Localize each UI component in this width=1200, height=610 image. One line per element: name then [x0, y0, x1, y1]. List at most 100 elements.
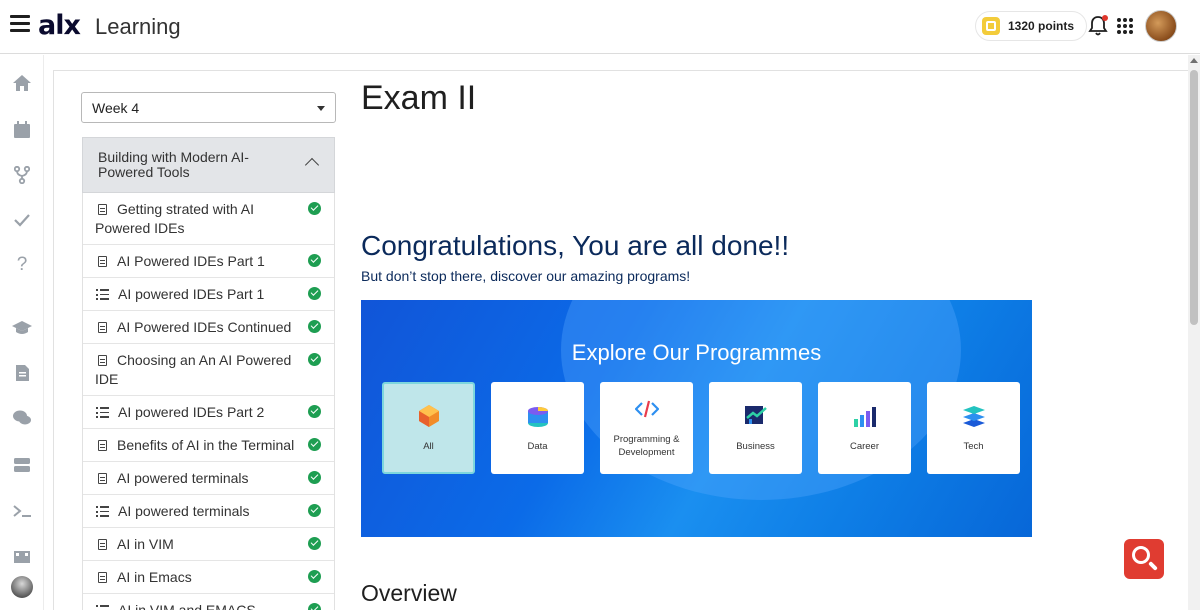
check-icon[interactable]	[12, 210, 32, 230]
lesson-label: AI in Emacs	[117, 569, 192, 585]
document-icon	[98, 473, 107, 484]
scrollbar[interactable]	[1188, 55, 1200, 610]
section-title: Building with Modern AI-Powered Tools	[98, 149, 249, 180]
lesson-label: AI powered terminals	[118, 503, 250, 519]
lesson-item[interactable]: AI in VIM and EMACS	[83, 594, 334, 610]
programme-cards: All Data Programming & Development Business…	[382, 382, 1020, 474]
film-icon[interactable]	[12, 547, 32, 567]
completed-check-icon	[308, 537, 321, 550]
lesson-item[interactable]: AI powered IDEs Part 1	[83, 278, 334, 311]
left-rail: ?	[0, 55, 44, 610]
lesson-item[interactable]: Getting strated with AI Powered IDEs	[83, 193, 334, 245]
terminal-icon[interactable]	[12, 501, 32, 521]
task-list-icon	[96, 605, 109, 610]
congrats-subtitle: But don’t stop there, discover our amazi…	[361, 268, 691, 284]
congrats-heading: Congratulations, You are all done!!	[361, 230, 790, 261]
notification-dot	[1102, 15, 1108, 21]
lesson-item[interactable]: AI Powered IDEs Part 1	[83, 245, 334, 278]
completed-check-icon	[308, 353, 321, 366]
banner-title: Explore Our Programmes	[571, 340, 822, 365]
lesson-label: AI powered IDEs Part 2	[118, 404, 265, 420]
layers-icon	[962, 404, 986, 440]
logo[interactable]: alx	[38, 10, 81, 41]
lesson-list: Getting strated with AI Powered IDEs AI P…	[82, 193, 335, 610]
document-icon[interactable]	[12, 363, 32, 383]
lesson-item[interactable]: AI powered terminals	[83, 462, 334, 495]
completed-check-icon	[308, 504, 321, 517]
lesson-label: Benefits of AI in the Terminal	[117, 437, 295, 453]
hamburger-menu-icon[interactable]	[10, 15, 30, 35]
business-icon	[744, 404, 768, 440]
apps-grid-icon[interactable]	[1117, 18, 1133, 34]
points-icon	[982, 17, 1000, 35]
programme-card[interactable]: All	[382, 382, 475, 474]
lesson-label: AI in VIM and EMACS	[118, 602, 256, 610]
programme-label: Programming & Development	[613, 434, 680, 458]
lesson-item[interactable]: AI in VIM	[83, 528, 334, 561]
bar-chart-icon	[853, 404, 877, 440]
points-label: 1320 points	[1008, 19, 1075, 33]
lesson-label: AI Powered IDEs Continued	[117, 319, 292, 335]
programme-card[interactable]: Career	[818, 382, 911, 474]
programme-card[interactable]: Data	[491, 382, 584, 474]
code-icon	[633, 397, 660, 433]
fork-icon[interactable]	[12, 165, 32, 185]
search-icon-handle	[1148, 561, 1158, 571]
programme-card[interactable]: Tech	[927, 382, 1020, 474]
document-icon	[98, 355, 107, 366]
help-icon[interactable]: ?	[12, 254, 32, 275]
database-icon	[526, 404, 550, 440]
page-title: Exam II	[361, 79, 477, 117]
programme-label: Data	[527, 440, 548, 452]
document-icon	[98, 256, 107, 267]
document-icon	[98, 572, 107, 583]
calendar-icon[interactable]	[12, 120, 32, 140]
programmes-banner: Explore Our Programmes All Data Programmin…	[361, 300, 1032, 537]
lesson-item[interactable]: Benefits of AI in the Terminal	[83, 429, 334, 462]
completed-check-icon	[308, 287, 321, 300]
programme-label: Business	[736, 440, 775, 452]
programme-card[interactable]: Business	[709, 382, 802, 474]
task-list-icon	[96, 289, 109, 300]
overview-heading: Overview	[361, 580, 457, 606]
task-list-icon	[96, 506, 109, 517]
completed-check-icon	[308, 570, 321, 583]
lesson-label: Getting strated with AI Powered IDEs	[95, 201, 254, 236]
chat-icon[interactable]	[12, 408, 32, 428]
points-badge[interactable]: 1320 points	[975, 11, 1088, 41]
server-icon[interactable]	[12, 455, 32, 475]
lesson-item[interactable]: AI powered terminals	[83, 495, 334, 528]
programme-card[interactable]: Programming & Development	[600, 382, 693, 474]
lesson-item[interactable]: AI powered IDEs Part 2	[83, 396, 334, 429]
scroll-up-arrow-icon[interactable]	[1190, 58, 1198, 63]
chevron-up-icon	[304, 157, 320, 173]
graduation-cap-icon[interactable]	[12, 318, 32, 338]
completed-check-icon	[308, 254, 321, 267]
section-header[interactable]: Building with Modern AI-Powered Tools	[82, 137, 335, 193]
week-select[interactable]: Week 4	[81, 92, 336, 123]
search-icon	[1132, 546, 1150, 564]
document-icon	[98, 204, 107, 215]
completed-check-icon	[308, 603, 321, 610]
lesson-label: AI powered terminals	[117, 470, 249, 486]
task-list-icon	[96, 407, 109, 418]
scrollbar-thumb[interactable]	[1190, 70, 1198, 325]
cube-icon	[417, 404, 441, 440]
top-bar: alx Learning 1320 points	[0, 0, 1200, 54]
lesson-item[interactable]: Choosing an An AI Powered IDE	[83, 344, 334, 396]
lesson-label: Choosing an An AI Powered IDE	[95, 352, 292, 387]
lesson-item[interactable]: AI Powered IDEs Continued	[83, 311, 334, 344]
completed-check-icon	[308, 202, 321, 215]
profile-avatar[interactable]	[11, 576, 33, 598]
completed-check-icon	[308, 471, 321, 484]
document-icon	[98, 440, 107, 451]
home-icon[interactable]	[12, 73, 32, 93]
lesson-label: AI powered IDEs Part 1	[118, 286, 265, 302]
lesson-item[interactable]: AI in Emacs	[83, 561, 334, 594]
notification-bell-icon[interactable]	[1088, 15, 1108, 37]
week-select-value: Week 4	[92, 100, 140, 116]
caret-down-icon	[317, 106, 325, 111]
programme-label: Tech	[963, 440, 984, 452]
search-button[interactable]	[1124, 539, 1164, 579]
user-avatar[interactable]	[1145, 10, 1177, 42]
